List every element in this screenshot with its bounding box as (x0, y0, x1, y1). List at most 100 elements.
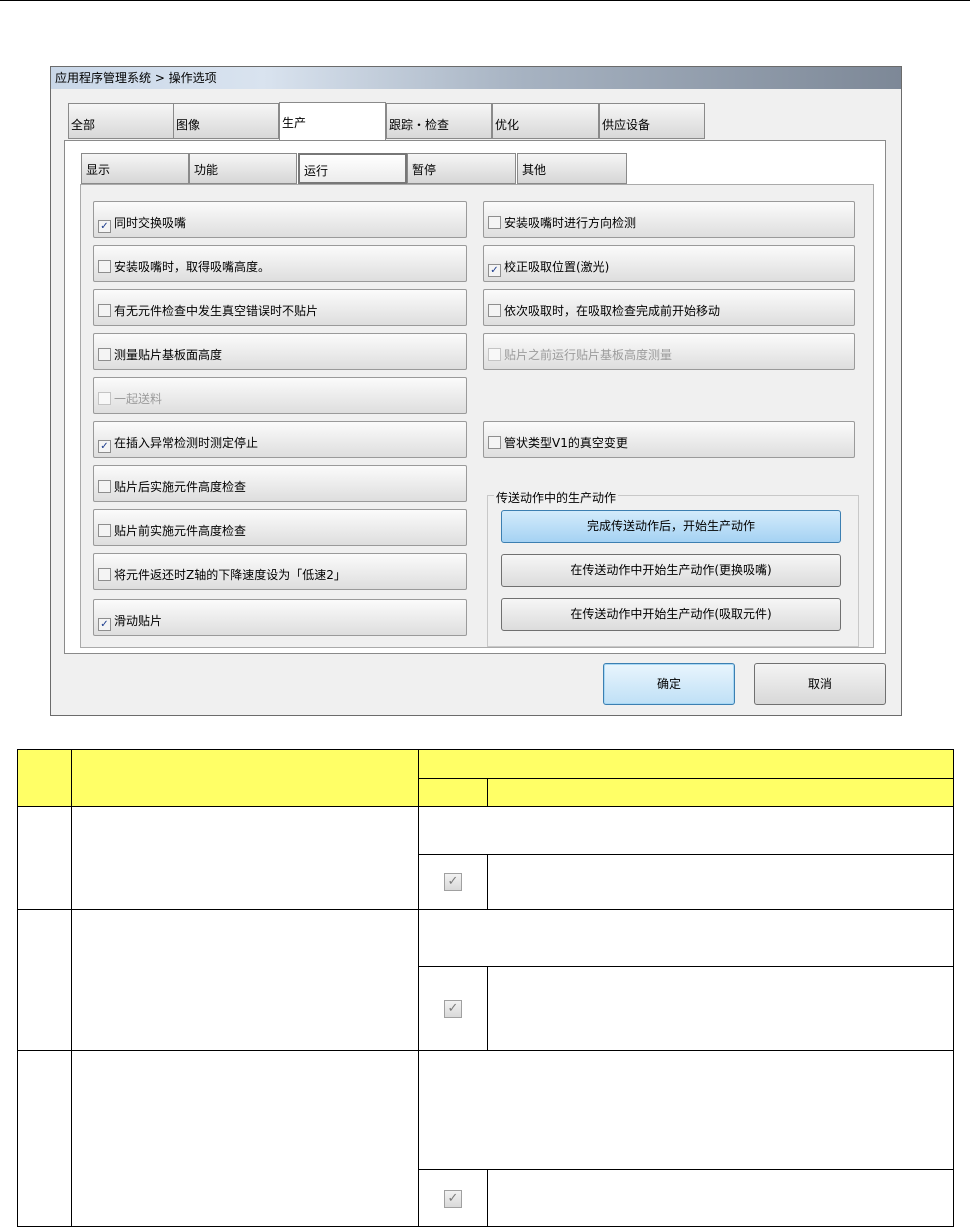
row1-description-cell (487, 854, 954, 909)
option-label: 安装吸嘴时，取得吸嘴高度。 (114, 260, 271, 274)
option-skip-on-vacuum-error[interactable]: 有无元件检查中发生真空错误时不贴片 (93, 289, 467, 326)
option-pre-placement-height-check[interactable]: 贴片前实施元件高度检查 (93, 509, 467, 546)
tab-optimization[interactable]: 优化 (492, 103, 599, 139)
option-label: 校正吸取位置(激光) (504, 260, 610, 274)
option-label: 一起送料 (114, 392, 163, 406)
row2-content-cell (418, 909, 954, 966)
option-label: 贴片后实施元件高度检查 (114, 480, 247, 494)
option-nozzle-direction-check[interactable]: 安装吸嘴时进行方向检测 (483, 201, 855, 238)
row2-setting-cell: ✓ (418, 966, 487, 1050)
subtab-function[interactable]: 功能 (189, 153, 297, 184)
ok-button[interactable]: 确定 (603, 663, 735, 705)
checkbox-icon[interactable]: ✓ (98, 440, 111, 453)
header-no-cell (17, 749, 71, 806)
tab-image[interactable]: 图像 (173, 103, 279, 139)
row3-content-cell (418, 1050, 954, 1169)
checkbox-checked-icon: ✓ (444, 873, 462, 891)
checkbox-icon[interactable] (488, 216, 501, 229)
tab-label: 全部 (71, 118, 96, 132)
row2-description-cell (487, 966, 954, 1050)
checkbox-icon[interactable] (98, 524, 111, 537)
checkbox-icon[interactable]: ✓ (488, 264, 501, 277)
checkbox-icon (488, 348, 501, 361)
row3-item-cell (71, 1050, 418, 1227)
subtab-other[interactable]: 其他 (517, 153, 627, 184)
subtab-label: 运行 (304, 164, 329, 178)
tab-label: 优化 (495, 118, 520, 132)
row1-content-cell (418, 806, 954, 854)
options-dialog: 应用程序管理系统 > 操作选项 全部 图像 生产 跟踪・检查 优化 供应设备 显… (50, 66, 902, 716)
header-setting-cell (418, 778, 487, 806)
checkbox-icon[interactable] (98, 480, 111, 493)
checkbox-icon[interactable] (488, 436, 501, 449)
row2-item-cell (71, 909, 418, 1050)
tab-supply-device[interactable]: 供应设备 (599, 103, 705, 139)
checkbox-icon[interactable] (98, 260, 111, 273)
subtab-display[interactable]: 显示 (81, 153, 189, 184)
subtab-label: 暂停 (412, 163, 437, 177)
option-measure-board-height[interactable]: 测量贴片基板面高度 (93, 333, 467, 370)
option-move-before-pick-check[interactable]: 依次吸取时，在吸取检查完成前开始移动 (483, 289, 855, 326)
option-simultaneous-nozzle-exchange[interactable]: ✓ 同时交换吸嘴 (93, 201, 467, 238)
option-label: 将元件返还时Z轴的下降速度设为「低速2」 (114, 568, 346, 582)
row3-setting-cell: ✓ (418, 1169, 487, 1227)
tab-label: 跟踪・检查 (389, 118, 450, 132)
option-stop-on-insertion-error[interactable]: ✓ 在插入异常检测时测定停止 (93, 421, 467, 458)
start-during-conveyor-nozzle-button[interactable]: 在传送动作中开始生产动作(更换吸嘴) (501, 554, 841, 587)
row1-no-cell (17, 806, 71, 909)
option-tube-v1-vacuum-change[interactable]: 管状类型V1的真空变更 (483, 421, 855, 458)
checkbox-icon[interactable] (488, 304, 501, 317)
checkbox-icon[interactable] (98, 568, 111, 581)
start-during-conveyor-pick-button[interactable]: 在传送动作中开始生产动作(吸取元件) (501, 598, 841, 631)
subtab-pause[interactable]: 暂停 (407, 153, 516, 184)
subtab-label: 其他 (522, 163, 547, 177)
option-label: 贴片之前运行贴片基板高度测量 (504, 348, 673, 362)
cancel-button[interactable]: 取消 (754, 663, 886, 705)
option-z-axis-low-speed-2[interactable]: 将元件返还时Z轴的下降速度设为「低速2」 (93, 553, 467, 590)
options-table: ✓ ✓ ✓ (17, 749, 954, 1227)
row3-no-cell (17, 1050, 71, 1227)
checkbox-icon[interactable] (98, 348, 111, 361)
subtab-label: 功能 (194, 163, 219, 177)
option-label: 依次吸取时，在吸取检查完成前开始移动 (504, 304, 721, 318)
subtab-label: 显示 (86, 163, 111, 177)
option-label: 测量贴片基板面高度 (114, 348, 223, 362)
tab-trace-inspection[interactable]: 跟踪・检查 (386, 103, 492, 139)
start-after-conveyor-button[interactable]: 完成传送动作后，开始生产动作 (501, 510, 841, 543)
option-label: 滑动贴片 (114, 614, 163, 628)
row3-description-cell (487, 1169, 954, 1227)
header-content-cell (418, 749, 954, 778)
option-label: 同时交换吸嘴 (114, 216, 187, 230)
row1-item-cell (71, 806, 418, 909)
tab-production[interactable]: 生产 (279, 102, 386, 140)
option-get-nozzle-height[interactable]: 安装吸嘴时，取得吸嘴高度。 (93, 245, 467, 282)
header-description-cell (487, 778, 954, 806)
option-label: 有无元件检查中发生真空错误时不贴片 (114, 304, 319, 318)
checkbox-icon[interactable] (98, 304, 111, 317)
page-top-rule (0, 0, 970, 1)
group-label: 传送动作中的生产动作 (494, 489, 619, 506)
option-feed-together: 一起送料 (93, 377, 467, 414)
option-label: 贴片前实施元件高度检查 (114, 524, 247, 538)
option-slide-placement[interactable]: ✓ 滑动贴片 (93, 599, 467, 636)
checkbox-icon (98, 392, 111, 405)
checkbox-checked-icon: ✓ (444, 1190, 462, 1208)
tab-label: 生产 (282, 116, 307, 130)
header-item-cell (71, 749, 418, 806)
tab-all[interactable]: 全部 (68, 103, 174, 139)
option-correct-pick-position-laser[interactable]: ✓ 校正吸取位置(激光) (483, 245, 855, 282)
checkbox-icon[interactable]: ✓ (98, 220, 111, 233)
option-pre-placement-board-height: 贴片之前运行贴片基板高度测量 (483, 333, 855, 370)
subtab-run[interactable]: 运行 (298, 153, 407, 184)
row2-no-cell (17, 909, 71, 1050)
dialog-title: 应用程序管理系统 > 操作选项 (51, 67, 901, 89)
option-label: 在插入异常检测时测定停止 (114, 436, 259, 450)
option-post-placement-height-check[interactable]: 贴片后实施元件高度检查 (93, 465, 467, 502)
option-label: 安装吸嘴时进行方向检测 (504, 216, 637, 230)
option-label: 管状类型V1的真空变更 (504, 436, 628, 450)
tab-label: 供应设备 (602, 118, 651, 132)
tab-label: 图像 (176, 118, 201, 132)
row1-setting-cell: ✓ (418, 854, 487, 909)
checkbox-icon[interactable]: ✓ (98, 618, 111, 631)
checkbox-checked-icon: ✓ (444, 1000, 462, 1018)
